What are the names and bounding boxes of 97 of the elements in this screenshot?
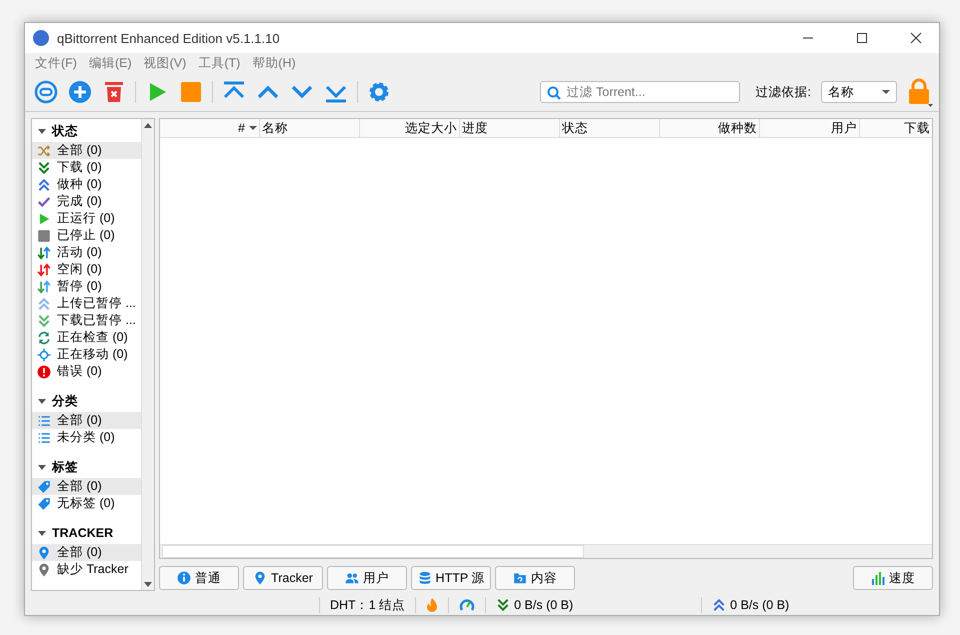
sidebar-item[interactable]: 全部 (0): [32, 478, 141, 495]
sidebar-item[interactable]: 全部 (0): [32, 412, 141, 429]
section-title: TRACKER: [52, 526, 114, 540]
info-icon: [177, 571, 191, 585]
filter-dropdown[interactable]: 名称: [821, 81, 897, 103]
detail-tab[interactable]: 内容: [495, 566, 575, 590]
lock-icon[interactable]: [907, 77, 933, 107]
up-down-arrows-icon: [37, 280, 51, 294]
menu-item[interactable]: 帮助(H): [246, 54, 302, 72]
double-chevron-down-icon: [37, 314, 51, 328]
double-chevron-down-icon: [496, 598, 510, 612]
sidebar-item[interactable]: 暂停 (0): [32, 278, 141, 295]
map-pin-icon: [37, 562, 51, 576]
column-header[interactable]: 状态: [560, 119, 660, 137]
menu-item[interactable]: 视图(V): [138, 54, 192, 72]
menu-item[interactable]: 工具(T): [192, 54, 246, 72]
double-chevron-down-icon: [37, 160, 51, 174]
folder-icon: [513, 571, 527, 585]
sidebar-item[interactable]: 全部 (0): [32, 142, 141, 159]
delete-icon: [102, 80, 126, 104]
app-logo-icon: [33, 30, 49, 46]
section-title: 分类: [52, 392, 78, 410]
sidebar-item[interactable]: 下载 (0): [32, 159, 141, 176]
scroll-down-icon[interactable]: [144, 582, 152, 586]
upload-speed: 0 B/s (0 B): [730, 598, 790, 612]
detail-tab[interactable]: HTTP 源: [411, 566, 491, 590]
scroll-up-icon[interactable]: [144, 122, 152, 128]
search-field[interactable]: 过滤 Torrent...: [540, 81, 740, 103]
column-header[interactable]: 下载: [860, 119, 932, 137]
menu-item[interactable]: 编辑(E): [82, 54, 138, 72]
bar-chart-icon: [871, 571, 885, 585]
speed-button[interactable]: 速度: [853, 566, 933, 590]
add-icon: [68, 80, 92, 104]
map-pin-icon: [37, 546, 51, 560]
up-down-arrows-icon: [37, 262, 51, 276]
column-header[interactable]: 做种数: [660, 119, 760, 137]
horizontal-scrollbar[interactable]: [160, 544, 932, 558]
column-header[interactable]: #: [160, 119, 260, 137]
sidebar-item[interactable]: 上传已暂停 ...: [32, 295, 141, 312]
sidebar-item[interactable]: 空闲 (0): [32, 261, 141, 278]
refresh-icon: [37, 330, 51, 344]
scrollbar[interactable]: [141, 119, 154, 590]
list-icon: [37, 430, 51, 444]
expand-icon[interactable]: [38, 464, 46, 470]
sidebar-item[interactable]: 未分类 (0): [32, 429, 141, 446]
sidebar-item[interactable]: 下载已暂停 ...: [32, 312, 141, 329]
check-icon: [37, 194, 51, 208]
error-icon: [37, 364, 51, 378]
expand-icon[interactable]: [38, 530, 46, 536]
gauge-icon: [459, 597, 476, 613]
download-speed: 0 B/s (0 B): [514, 598, 574, 612]
sidebar-item[interactable]: 完成 (0): [32, 193, 141, 210]
sidebar-item[interactable]: 做种 (0): [32, 176, 141, 193]
column-header[interactable]: 选定大小: [360, 119, 460, 137]
sidebar-item[interactable]: 全部 (0): [32, 544, 141, 561]
stop-icon: [37, 228, 51, 242]
dht-status: DHT：1 结点: [319, 597, 416, 613]
map-pin-icon: [253, 571, 268, 585]
flame-icon: [426, 597, 438, 613]
sidebar-item[interactable]: 已停止 (0): [32, 227, 141, 244]
up-down-arrows-icon: [37, 246, 51, 260]
maximize-icon: [856, 32, 868, 44]
section-title: 状态: [52, 122, 78, 140]
link-icon: [34, 80, 58, 104]
tag-icon: [37, 480, 51, 494]
double-chevron-up-icon: [712, 598, 726, 612]
sidebar-item[interactable]: 正运行 (0): [32, 210, 141, 227]
users-icon: [345, 571, 359, 585]
settings-icon: [367, 80, 391, 104]
sidebar-item[interactable]: 正在检查 (0): [32, 329, 141, 346]
window-title: qBittorrent Enhanced Edition v5.1.1.10: [57, 30, 281, 46]
shuffle-icon: [37, 144, 51, 158]
sidebar-item[interactable]: 缺少 Tracker: [32, 561, 141, 578]
crosshair-icon: [37, 348, 51, 362]
detail-tab[interactable]: 用户: [327, 566, 407, 590]
database-icon: [418, 571, 432, 585]
column-header[interactable]: 名称: [260, 119, 360, 137]
double-chevron-up-icon: [37, 178, 51, 192]
list-icon: [37, 414, 51, 428]
expand-icon[interactable]: [38, 128, 46, 134]
sidebar-item[interactable]: 无标签 (0): [32, 495, 141, 512]
expand-icon[interactable]: [38, 398, 46, 404]
close-icon: [910, 32, 922, 44]
detail-tab[interactable]: Tracker: [243, 566, 323, 590]
filter-label: 过滤依据:: [756, 84, 811, 100]
column-header[interactable]: 进度: [460, 119, 560, 137]
menu-item[interactable]: 文件(F): [29, 54, 83, 72]
column-header[interactable]: 用户: [760, 119, 860, 137]
section-title: 标签: [52, 458, 78, 476]
sidebar-item[interactable]: 活动 (0): [32, 244, 141, 261]
detail-tab[interactable]: 普通: [159, 566, 239, 590]
sidebar-item[interactable]: 正在移动 (0): [32, 346, 141, 363]
sidebar-item[interactable]: 错误 (0): [32, 363, 141, 380]
stop-icon: [179, 80, 203, 104]
tag-icon: [37, 496, 51, 510]
double-chevron-up-icon: [37, 296, 51, 310]
play-icon: [37, 212, 51, 226]
